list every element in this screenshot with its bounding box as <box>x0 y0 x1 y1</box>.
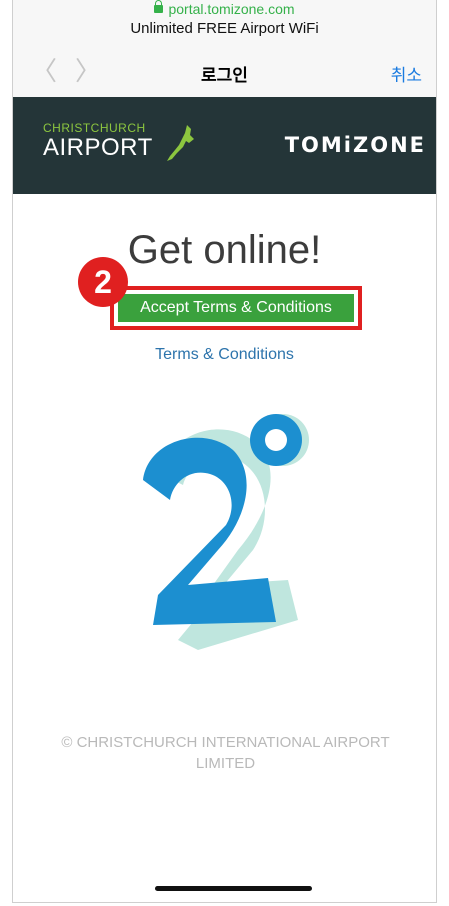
terms-conditions-link[interactable]: Terms & Conditions <box>13 346 436 364</box>
accept-button-highlight: Accept Terms & Conditions <box>110 286 362 330</box>
url-text: portal.tomizone.com <box>168 1 295 17</box>
new-zealand-map-icon <box>167 125 194 161</box>
get-online-heading: Get online! <box>127 228 322 272</box>
navigation-bar: 〈 〉 로그인 취소 <box>13 54 436 90</box>
step-badge: 2 <box>78 257 128 307</box>
portal-header: CHRISTCHURCH AIRPORT TOMiZONE <box>13 97 436 194</box>
cancel-button[interactable]: 취소 <box>391 61 422 86</box>
nav-title: 로그인 <box>201 66 248 85</box>
logo-christchurch-text: CHRISTCHURCH <box>43 121 146 135</box>
home-indicator[interactable] <box>155 886 312 891</box>
phone-screen: portal.tomizone.com Unlimited FREE Airpo… <box>12 0 437 903</box>
url-bar[interactable]: portal.tomizone.com <box>13 0 436 18</box>
logo-airport-text: AIRPORT <box>43 134 153 161</box>
page-title: Unlimited FREE Airport WiFi <box>130 20 319 37</box>
christchurch-airport-logo: CHRISTCHURCH AIRPORT <box>43 121 194 161</box>
copyright-notice: © CHRISTCHURCH INTERNATIONAL AIRPORT LIM… <box>61 734 390 772</box>
two-degrees-logo-icon <box>143 414 309 650</box>
lock-icon <box>154 0 164 13</box>
tomizone-logo: TOMiZONE <box>284 133 426 157</box>
browser-sheet-header: portal.tomizone.com Unlimited FREE Airpo… <box>13 0 436 97</box>
accept-terms-button[interactable]: Accept Terms & Conditions <box>118 294 354 322</box>
